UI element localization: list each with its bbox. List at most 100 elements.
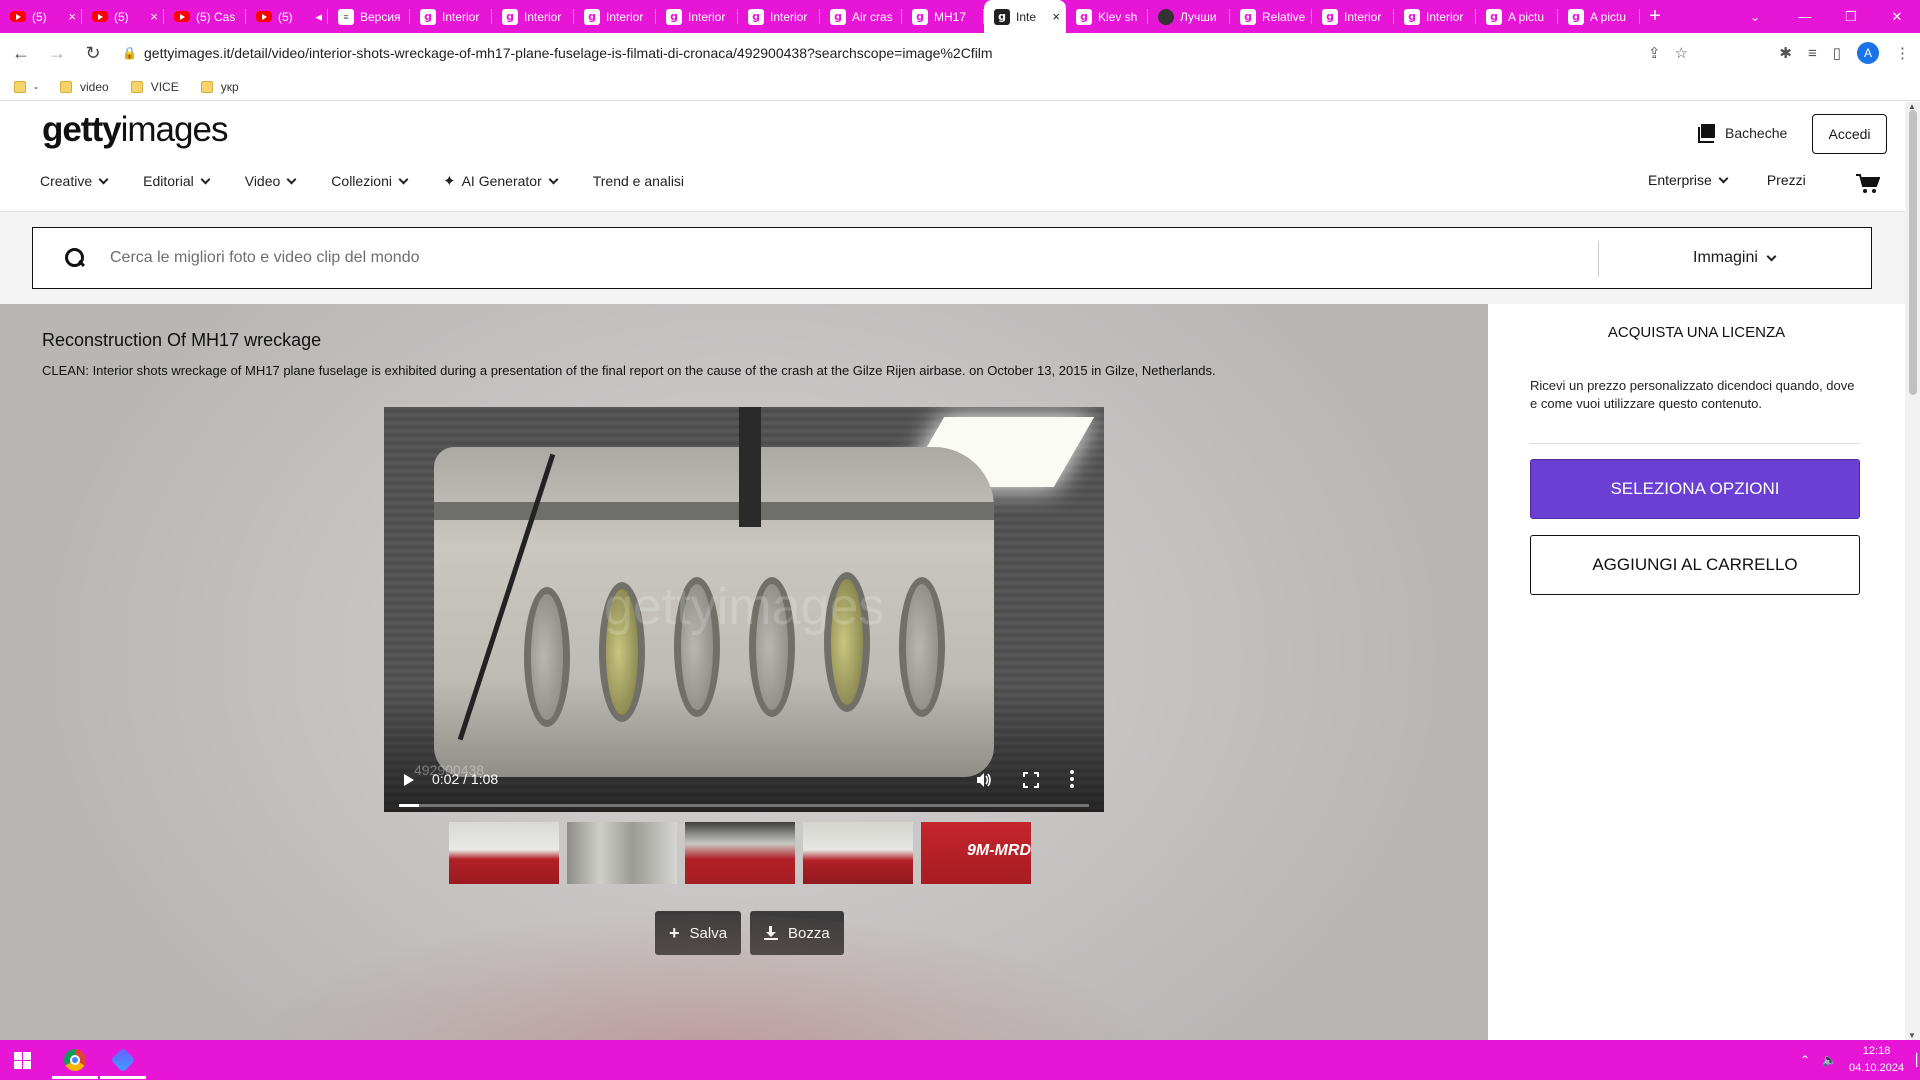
- nav-item-video[interactable]: Video: [245, 173, 297, 189]
- search-type-dropdown[interactable]: Immagini: [1693, 228, 1777, 288]
- app-taskbar-icon[interactable]: [110, 1047, 136, 1073]
- browser-tab[interactable]: ≡ Версия: [328, 0, 410, 33]
- video-player[interactable]: gettyimages 492900438 0:02 / 1:08: [384, 407, 1104, 812]
- tab-title: Interior: [606, 9, 644, 24]
- back-arrow-icon[interactable]: ←: [6, 38, 36, 68]
- tab-title: Interior: [1426, 9, 1464, 24]
- chrome-menu-icon[interactable]: ⋮: [1895, 44, 1910, 62]
- lock-icon[interactable]: 🔒: [122, 46, 137, 60]
- reading-list-icon[interactable]: ≡: [1808, 45, 1817, 62]
- license-description: Ricevi un prezzo personalizzato dicendoc…: [1530, 378, 1855, 411]
- browser-tab[interactable]: g A pictu: [1558, 0, 1640, 33]
- scroll-down-icon[interactable]: ▼: [1908, 1031, 1916, 1040]
- bookmark-folder[interactable]: VICE: [130, 80, 179, 94]
- progress-bar[interactable]: [399, 804, 1089, 807]
- chrome-taskbar-icon[interactable]: [64, 1049, 86, 1071]
- tab-title: Interior: [1344, 9, 1382, 24]
- boards-link[interactable]: Bacheche: [1698, 124, 1787, 143]
- tab-audio-icon[interactable]: ◂: [315, 9, 322, 25]
- browser-tab[interactable]: g Interior: [1394, 0, 1476, 33]
- tab-title: Relative: [1262, 9, 1306, 24]
- browser-tab[interactable]: g Air cras: [820, 0, 902, 33]
- video-thumbnail[interactable]: 9M-MRD: [921, 822, 1031, 884]
- tray-chevron-up-icon[interactable]: ⌃: [1800, 1053, 1810, 1067]
- tab-close-icon[interactable]: ×: [68, 9, 76, 24]
- more-options-icon[interactable]: [1070, 770, 1074, 788]
- browser-tab[interactable]: g Interior: [738, 0, 820, 33]
- speaker-icon[interactable]: 🔈: [1822, 1053, 1837, 1067]
- nav-item-creative[interactable]: Creative: [40, 173, 109, 189]
- bookmark-folder[interactable]: video: [60, 80, 109, 94]
- browser-tab[interactable]: Лучши: [1148, 0, 1230, 33]
- browser-tab[interactable]: g Interior: [656, 0, 738, 33]
- windows-start-icon[interactable]: [14, 1052, 31, 1069]
- draft-button[interactable]: Bozza: [750, 911, 844, 955]
- new-tab-button[interactable]: +: [1640, 0, 1670, 33]
- video-thumbnail[interactable]: [567, 822, 677, 884]
- bookmark-folder[interactable]: -: [14, 80, 38, 94]
- plus-icon: +: [669, 922, 680, 943]
- browser-tab[interactable]: (5) ×: [82, 0, 164, 33]
- browser-tab[interactable]: g Interior: [492, 0, 574, 33]
- address-bar[interactable]: 🔒 gettyimages.it/detail/video/interior-s…: [110, 37, 1700, 69]
- cart-icon[interactable]: [1856, 174, 1880, 194]
- taskbar-clock[interactable]: 12:18 04.10.2024: [1849, 1043, 1904, 1077]
- scrollbar-thumb[interactable]: [1909, 110, 1917, 395]
- browser-tab[interactable]: g Relative: [1230, 0, 1312, 33]
- gettyimages-logo[interactable]: gettyimages: [42, 110, 228, 150]
- extensions-puzzle-icon[interactable]: ✱: [1779, 44, 1792, 62]
- notifications-icon[interactable]: ▏: [1916, 1053, 1920, 1067]
- close-window-icon[interactable]: ✕: [1874, 0, 1920, 33]
- tab-close-icon[interactable]: ×: [1052, 9, 1060, 24]
- tab-close-icon[interactable]: ×: [150, 9, 158, 24]
- nav-item-ai-generator[interactable]: ✦ AI Generator: [443, 172, 559, 190]
- video-thumbnail[interactable]: [449, 822, 559, 884]
- nav-item-trend-e-analisi[interactable]: Trend e analisi: [593, 173, 684, 189]
- select-options-button[interactable]: SELEZIONA OPZIONI: [1530, 459, 1860, 519]
- restore-icon[interactable]: ❐: [1828, 0, 1874, 33]
- browser-tab[interactable]: g A pictu: [1476, 0, 1558, 33]
- nav-item-label: Editorial: [143, 173, 194, 189]
- nav-item-enterprise[interactable]: Enterprise: [1648, 172, 1729, 188]
- nav-item-pricing[interactable]: Prezzi: [1767, 172, 1806, 188]
- forward-arrow-icon[interactable]: →: [42, 38, 72, 68]
- reload-icon[interactable]: ↻: [78, 38, 108, 68]
- profile-avatar[interactable]: A: [1857, 42, 1879, 64]
- browser-tab[interactable]: g MH17: [902, 0, 984, 33]
- side-panel-icon[interactable]: ▯: [1833, 44, 1841, 62]
- minimize-icon[interactable]: —: [1782, 0, 1828, 33]
- add-to-cart-button[interactable]: AGGIUNGI AL CARRELLO: [1530, 535, 1860, 595]
- main-nav: Creative Editorial Video Collezioni ✦ AI Gene…: [40, 172, 720, 190]
- bookmark-star-icon[interactable]: ☆: [1675, 44, 1688, 62]
- url-text[interactable]: gettyimages.it/detail/video/interior-sho…: [144, 45, 993, 61]
- share-icon[interactable]: ⇪: [1648, 44, 1661, 62]
- clock-date: 04.10.2024: [1849, 1062, 1905, 1074]
- bookmark-folder[interactable]: укр: [200, 80, 239, 94]
- search-icon[interactable]: [64, 247, 86, 269]
- gettyimages-icon: g: [1322, 8, 1338, 25]
- tab-search-chevron-icon[interactable]: ⌄: [1740, 0, 1770, 33]
- browser-tab[interactable]: g Kiev sh: [1066, 0, 1148, 33]
- browser-tab-active[interactable]: g Inte ×: [984, 0, 1066, 33]
- search-input[interactable]: [110, 249, 1590, 267]
- browser-tab[interactable]: g Interior: [410, 0, 492, 33]
- tab-title: A pictu: [1590, 9, 1627, 24]
- save-button[interactable]: + Salva: [655, 911, 742, 955]
- browser-tab[interactable]: g Interior: [574, 0, 656, 33]
- volume-icon[interactable]: [976, 772, 992, 788]
- browser-tab[interactable]: (5) ×: [0, 0, 82, 33]
- browser-tab[interactable]: (5) Cas: [164, 0, 246, 33]
- browser-tab[interactable]: g Interior: [1312, 0, 1394, 33]
- page-scrollbar[interactable]: ▲ ▼: [1905, 102, 1920, 1040]
- nav-item-collezioni[interactable]: Collezioni: [331, 173, 409, 189]
- tab-title: Kiev sh: [1098, 9, 1138, 24]
- play-icon[interactable]: [404, 774, 414, 786]
- video-thumbnail[interactable]: [685, 822, 795, 884]
- fullscreen-icon[interactable]: [1023, 772, 1039, 788]
- nav-item-editorial[interactable]: Editorial: [143, 173, 211, 189]
- signin-button[interactable]: Accedi: [1812, 114, 1887, 154]
- video-thumbnail[interactable]: [803, 822, 913, 884]
- folder-icon: [200, 80, 213, 93]
- clock-time: 12:18: [1862, 1045, 1891, 1057]
- browser-tab[interactable]: (5) ◂: [246, 0, 328, 33]
